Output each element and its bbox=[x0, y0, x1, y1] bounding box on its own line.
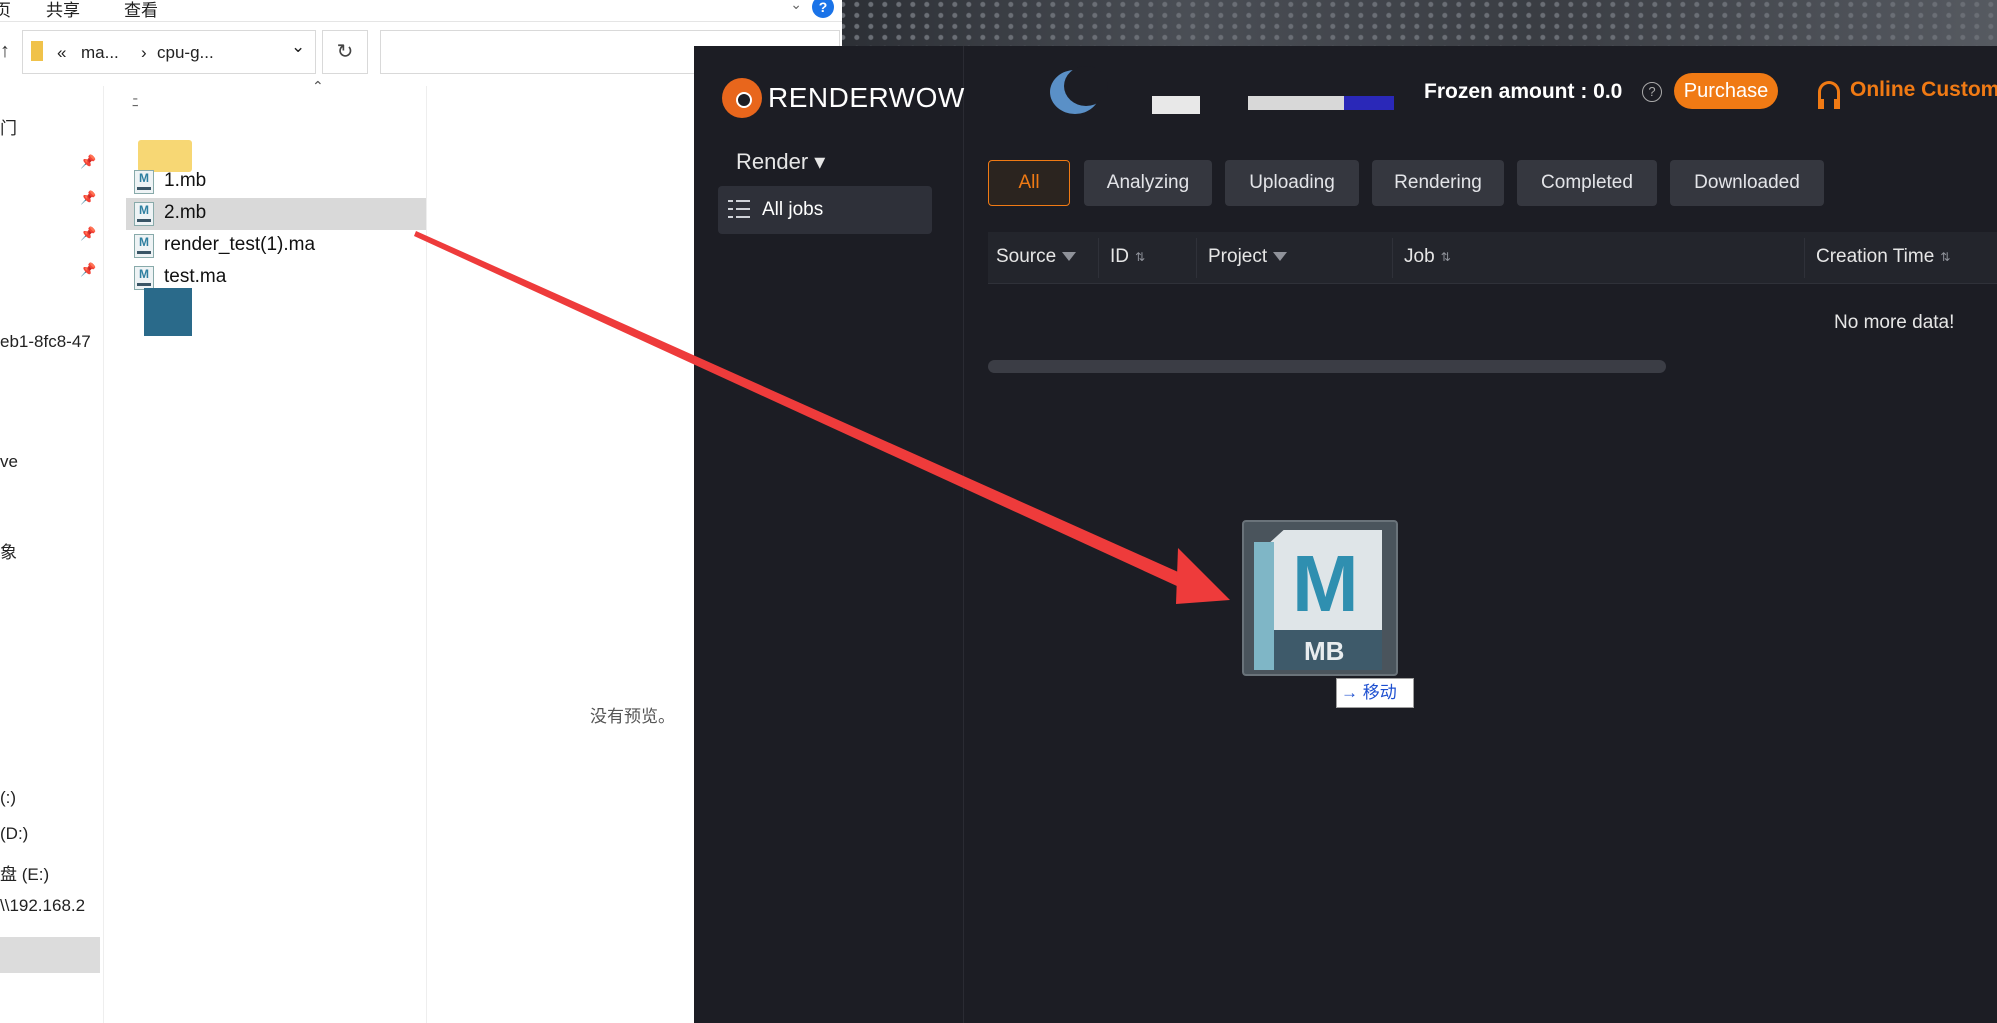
jobs-table-header: Source ID ⇅ Project Job ⇅ Creation Time ⇅ bbox=[988, 232, 1997, 284]
pin-icon: 📌 bbox=[80, 190, 97, 205]
folder-icon bbox=[31, 41, 43, 61]
move-tooltip: → 移动 bbox=[1336, 678, 1414, 708]
ribbon-collapse-icon[interactable]: ⌄ bbox=[790, 0, 802, 13]
pin-icon: 📌 bbox=[80, 262, 97, 277]
nav-item[interactable]: eb1-8fc8-47 bbox=[0, 332, 91, 352]
column-id[interactable]: ID ⇅ bbox=[1110, 246, 1145, 268]
column-creation-time[interactable]: Creation Time ⇅ bbox=[1816, 246, 1950, 268]
list-check-icon bbox=[728, 200, 750, 218]
column-divider bbox=[1392, 238, 1393, 278]
maya-file-icon: M bbox=[134, 170, 154, 194]
redacted-info bbox=[1248, 96, 1344, 110]
ribbon-tab-share[interactable]: 共享 bbox=[46, 0, 80, 21]
ribbon-tabs: 页 共享 查看 ⌄ ? bbox=[0, 0, 842, 22]
maya-file-icon: M bbox=[134, 266, 154, 290]
desktop-background bbox=[840, 0, 1997, 46]
file-name: 1.mb bbox=[164, 170, 207, 191]
redacted-info-accent bbox=[1344, 96, 1394, 110]
sort-icon[interactable]: ⇅ bbox=[1135, 251, 1145, 263]
address-bar[interactable]: « ma... › cpu-g... ⌄ bbox=[22, 30, 316, 74]
nav-item-drive-d[interactable]: (D:) bbox=[0, 824, 28, 844]
maya-file-icon: M bbox=[134, 202, 154, 226]
file-list: M 1.mb M 2.mb M render_test(1).ma M test… bbox=[126, 86, 426, 1023]
tab-all[interactable]: All bbox=[988, 160, 1070, 206]
column-label: Job bbox=[1404, 246, 1435, 267]
nav-item-drive-e[interactable]: 盘 (E:) bbox=[0, 860, 49, 885]
purchase-button[interactable]: Purchase bbox=[1674, 73, 1778, 109]
headset-icon[interactable] bbox=[1818, 81, 1840, 109]
breadcrumb-separator-icon: › bbox=[141, 43, 147, 62]
file-row-2-mb[interactable]: M 2.mb bbox=[126, 198, 426, 230]
refresh-button[interactable]: ↻ bbox=[322, 30, 368, 74]
no-preview-text: 没有预览。 bbox=[590, 707, 675, 726]
sidebar-item-label: All jobs bbox=[762, 199, 824, 220]
maya-mb-badge: MB bbox=[1304, 636, 1345, 666]
file-row-1-mb[interactable]: M 1.mb bbox=[126, 166, 426, 198]
column-label: ID bbox=[1110, 246, 1129, 267]
column-label: Creation Time bbox=[1816, 246, 1935, 267]
move-tooltip-text: 移动 bbox=[1362, 683, 1397, 702]
column-label: Source bbox=[996, 246, 1057, 267]
filter-icon[interactable] bbox=[1273, 252, 1288, 262]
file-name: test.ma bbox=[164, 266, 227, 287]
ribbon-tab-view[interactable]: 查看 bbox=[124, 0, 158, 21]
tab-rendering[interactable]: Rendering bbox=[1372, 160, 1504, 206]
renderwow-logo-icon bbox=[722, 78, 762, 118]
tab-downloaded[interactable]: Downloaded bbox=[1670, 160, 1824, 206]
column-job[interactable]: Job ⇅ bbox=[1404, 246, 1451, 268]
empty-state-text: No more data! bbox=[1834, 312, 1955, 333]
column-label: Project bbox=[1208, 246, 1268, 267]
nav-item-drive-c[interactable]: (:) bbox=[0, 788, 16, 808]
maya-file-icon: M bbox=[134, 234, 154, 258]
navigation-pane: 门 📌 📌 📌 📌 eb1-8fc8-47 ve 象 (:) (D:) 盘 (E… bbox=[0, 86, 104, 1023]
file-row-render-test[interactable]: M render_test(1).ma bbox=[126, 230, 426, 262]
file-name: render_test(1).ma bbox=[164, 234, 316, 255]
column-source[interactable]: Source bbox=[996, 246, 1077, 268]
breadcrumb-overflow-icon[interactable]: « bbox=[57, 43, 66, 63]
avatar[interactable] bbox=[1050, 66, 1108, 114]
logo-text: RENDERWOW bbox=[768, 82, 965, 113]
render-menu-dropdown[interactable]: Render ▾ bbox=[736, 149, 825, 175]
arrow-right-icon: → bbox=[1341, 683, 1358, 702]
nav-item[interactable]: 象 bbox=[0, 538, 17, 563]
sidebar: RENDERWOW Render ▾ All jobs bbox=[694, 46, 964, 1023]
pin-icon: 📌 bbox=[80, 226, 97, 241]
up-arrow-icon[interactable]: ↑ bbox=[0, 40, 10, 63]
pin-icon: 📌 bbox=[80, 154, 97, 169]
horizontal-scrollbar[interactable] bbox=[988, 360, 1666, 373]
frozen-amount: Frozen amount : 0.0 bbox=[1424, 80, 1623, 103]
preview-pane-divider[interactable] bbox=[426, 86, 427, 1023]
column-divider bbox=[1804, 238, 1805, 278]
sort-icon[interactable]: ⇅ bbox=[1940, 251, 1950, 263]
breadcrumb-folder-2[interactable]: cpu-g... bbox=[157, 43, 214, 63]
drag-doc-side bbox=[1254, 542, 1274, 670]
help-circle-icon[interactable]: ? bbox=[1642, 82, 1662, 102]
sort-icon[interactable]: ⇅ bbox=[1441, 251, 1451, 263]
nav-item[interactable]: 门 bbox=[0, 114, 17, 139]
filter-icon[interactable] bbox=[1062, 252, 1077, 262]
tab-uploading[interactable]: Uploading bbox=[1225, 160, 1359, 206]
tab-analyzing[interactable]: Analyzing bbox=[1084, 160, 1212, 206]
file-thumbnail[interactable] bbox=[144, 288, 192, 336]
help-icon[interactable]: ? bbox=[812, 0, 834, 18]
nav-selected-highlight bbox=[0, 937, 100, 973]
file-name: 2.mb bbox=[164, 202, 207, 223]
column-divider bbox=[1098, 238, 1099, 278]
ribbon-tab-home[interactable]: 页 bbox=[0, 0, 11, 21]
drag-file-icon: M MB bbox=[1242, 520, 1398, 676]
sidebar-item-all-jobs[interactable]: All jobs bbox=[718, 186, 932, 234]
online-customer-service-link[interactable]: Online Custom bbox=[1850, 78, 1997, 102]
column-divider bbox=[1196, 238, 1197, 278]
tab-completed[interactable]: Completed bbox=[1517, 160, 1657, 206]
nav-item[interactable]: ve bbox=[0, 452, 18, 472]
maya-m-letter: M bbox=[1292, 539, 1359, 628]
nav-item-network[interactable]: \\192.168.2 bbox=[0, 896, 85, 916]
redacted-username bbox=[1152, 96, 1200, 114]
column-project[interactable]: Project bbox=[1208, 246, 1288, 268]
chevron-down-icon[interactable]: ⌄ bbox=[291, 37, 305, 57]
breadcrumb-folder-1[interactable]: ma... bbox=[81, 43, 119, 63]
